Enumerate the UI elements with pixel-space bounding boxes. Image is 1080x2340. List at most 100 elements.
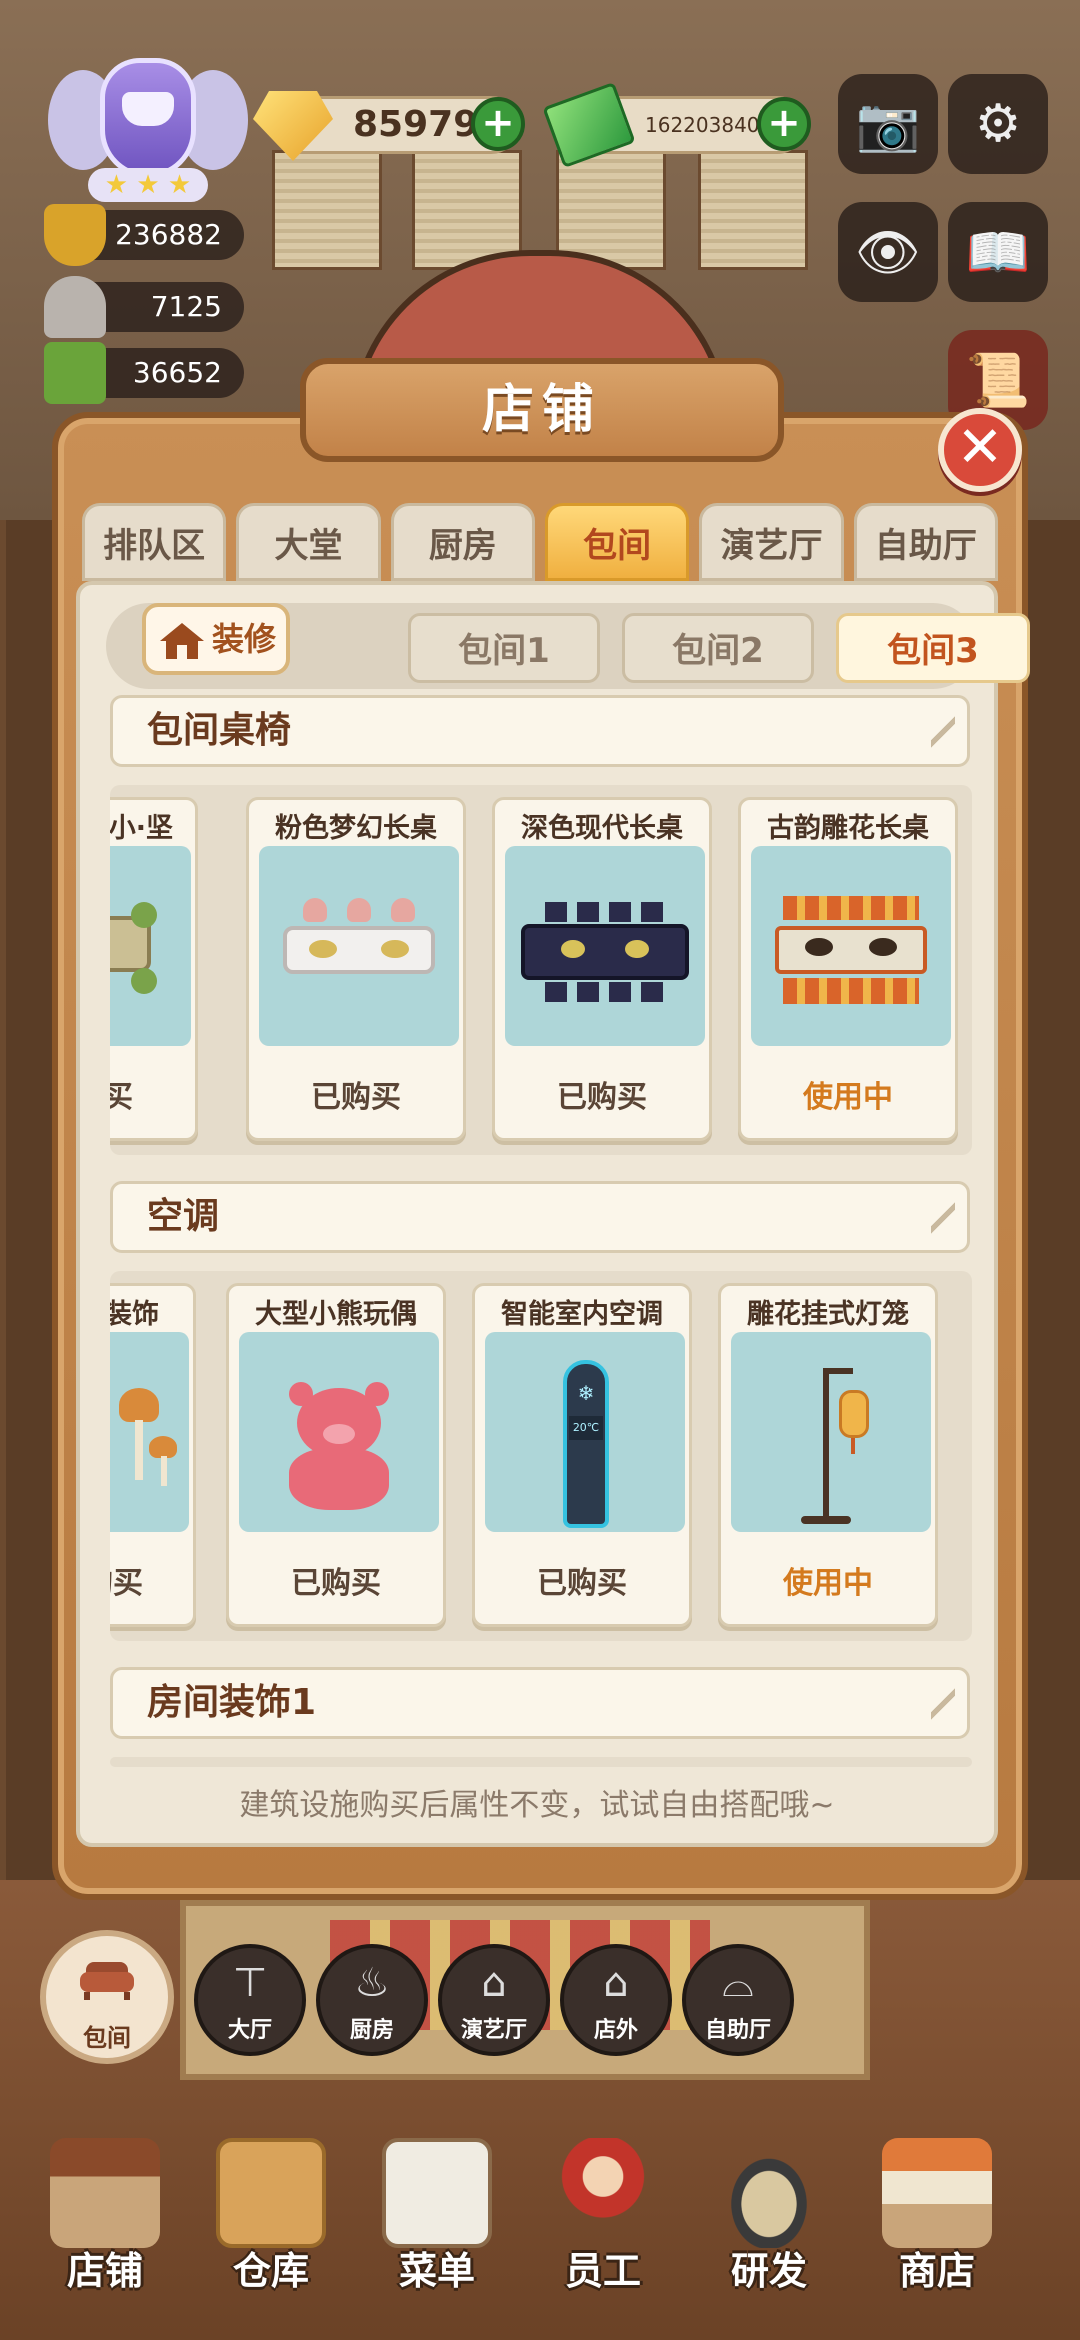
clipboard-icon — [382, 2138, 492, 2248]
item-image — [110, 846, 191, 1046]
add-cash-button[interactable]: + — [757, 97, 811, 151]
item-card[interactable]: 深色现代长桌 已购买 — [492, 797, 712, 1141]
subtab-room-1[interactable]: 包间1 — [408, 613, 600, 683]
item-row-ac[interactable]: 菇装饰 购买 大型小熊玩偶 已购买 智能室内空调 — [110, 1271, 972, 1641]
section-header-tables: 包间桌椅 — [110, 695, 970, 767]
guide-book-button[interactable]: 📖 — [948, 202, 1048, 302]
area-button-outside[interactable]: ⌂ 店外 — [560, 1944, 672, 2056]
notice-icon: 📜 — [965, 350, 1031, 411]
item-image: ❄ 20℃ — [485, 1332, 685, 1532]
menu-warehouse[interactable]: 仓库 — [196, 2128, 346, 2318]
tab-hall[interactable]: 大堂 — [236, 503, 381, 581]
tab-theater[interactable]: 演艺厅 — [699, 503, 844, 581]
menu-research[interactable]: 研发 — [694, 2128, 844, 2318]
item-card[interactable]: 大型小熊玩偶 已购买 — [226, 1283, 446, 1627]
subtab-room-2[interactable]: 包间2 — [622, 613, 814, 683]
menu-recipes[interactable]: 菜单 — [362, 2128, 512, 2318]
item-card[interactable]: 桌子小·坚 购买 — [110, 797, 198, 1141]
menu-label: 员工 — [564, 2249, 641, 2293]
cash-value: 1622038406 — [645, 113, 773, 137]
area-current-label: 包间 — [83, 2024, 131, 2052]
panel-content: 包间1 包间2 包间3 装修 包间桌椅 桌子小·坚 购买 粉色梦幻长桌 — [76, 581, 1030, 1847]
close-icon: ✕ — [956, 415, 1004, 480]
item-status: 使用中 — [783, 1566, 873, 1601]
cash-counter: 1622038406 + — [542, 81, 811, 169]
area-button-hall[interactable]: ⊤ 大厅 — [194, 1944, 306, 2056]
menu-stat-icon — [44, 342, 106, 404]
camera-icon: 📷 — [855, 94, 921, 155]
item-image — [731, 1332, 931, 1532]
menu-shop-building[interactable]: 店铺 — [30, 2128, 180, 2318]
tab-kitchen[interactable]: 厨房 — [390, 503, 535, 581]
item-status: 已购买 — [557, 1080, 647, 1115]
section-header-ac: 空调 — [110, 1181, 970, 1253]
gold-value: 85979 — [353, 104, 479, 145]
sofa-icon — [80, 1962, 134, 2000]
menu-label: 商店 — [898, 2249, 975, 2293]
item-name: 深色现代长桌 — [521, 813, 683, 844]
eye-icon: 👁 — [854, 222, 921, 283]
book-question-icon: 📖 — [965, 222, 1031, 283]
pot-stat-icon — [44, 204, 106, 266]
item-card[interactable]: 粉色梦幻长桌 已购买 — [246, 797, 466, 1141]
cloche-stat-icon — [44, 276, 106, 338]
item-card[interactable]: 菇装饰 购买 — [110, 1283, 196, 1627]
item-card[interactable]: 雕花挂式灯笼 使用中 — [718, 1283, 938, 1627]
item-image — [110, 1332, 189, 1532]
item-card[interactable]: 古韵雕花长桌 使用中 — [738, 797, 958, 1141]
settings-button[interactable]: ⚙ — [948, 74, 1048, 174]
area-current-private-room[interactable]: 包间 — [40, 1930, 174, 2064]
menu-label: 仓库 — [232, 2249, 309, 2293]
item-card[interactable]: 智能室内空调 ❄ 20℃ 已购买 — [472, 1283, 692, 1627]
area-button-theater[interactable]: ⌂ 演艺厅 — [438, 1944, 550, 2056]
panel-footer-tip: 建筑设施购买后属性不变，试试自由搭配哦~ — [239, 1788, 835, 1823]
decorate-button[interactable]: 装修 — [142, 603, 290, 675]
stat-pot-value: 236882 — [115, 218, 222, 251]
item-status: 使用中 — [803, 1080, 893, 1115]
stat-menu-value: 36652 — [132, 356, 222, 389]
tab-private-room[interactable]: 包间 — [544, 503, 690, 581]
area-button-buffet[interactable]: ⌓ 自助厅 — [682, 1944, 794, 2056]
market-stall-icon — [882, 2138, 992, 2248]
item-name: 桌子小·坚 — [110, 813, 173, 844]
window-blind — [272, 150, 382, 270]
item-image — [259, 846, 459, 1046]
menu-staff[interactable]: 员工 — [528, 2128, 678, 2318]
item-image — [505, 846, 705, 1046]
tab-buffet[interactable]: 自助厅 — [853, 503, 998, 581]
store-building-icon — [50, 2138, 160, 2248]
box-icon — [216, 2138, 326, 2248]
area-label: 厨房 — [349, 2018, 394, 2043]
tab-queue[interactable]: 排队区 — [82, 503, 227, 581]
window-blind — [698, 150, 808, 270]
stat-dish: 7125 — [44, 276, 244, 338]
area-button-kitchen[interactable]: ♨ 厨房 — [316, 1944, 428, 2056]
subtab-room-3[interactable]: 包间3 — [836, 613, 1030, 683]
view-button[interactable]: 👁 — [838, 202, 938, 302]
item-image — [239, 1332, 439, 1532]
gold-counter: 85979 + — [253, 91, 525, 161]
menu-label: 菜单 — [398, 2249, 475, 2293]
area-label: 大厅 — [227, 2018, 272, 2043]
add-gold-button[interactable]: + — [471, 97, 525, 151]
item-image — [751, 846, 951, 1046]
pot-icon — [122, 92, 174, 126]
area-label: 店外 — [593, 2018, 638, 2043]
menu-store[interactable]: 商店 — [862, 2128, 1012, 2318]
item-name: 智能室内空调 — [501, 1299, 663, 1330]
item-name: 大型小熊玩偶 — [255, 1299, 417, 1330]
stage-icon: ⌂ — [481, 1960, 507, 2006]
item-name: 粉色梦幻长桌 — [275, 813, 437, 844]
wok-research-icon — [714, 2138, 824, 2248]
stat-menu: 36652 — [44, 342, 244, 404]
close-button[interactable]: ✕ — [938, 408, 1022, 492]
menu-label: 店铺 — [66, 2249, 143, 2293]
panel-title: 店铺 — [300, 358, 784, 462]
cloche-icon: ⌓ — [722, 1960, 754, 2006]
item-name: 菇装饰 — [110, 1299, 159, 1330]
decorate-label: 装修 — [212, 620, 277, 658]
camera-button[interactable]: 📷 — [838, 74, 938, 174]
item-row-tables[interactable]: 桌子小·坚 购买 粉色梦幻长桌 已购买 深色现代长桌 — [110, 785, 972, 1155]
rank-badge[interactable]: ★ ★ ★ — [48, 50, 248, 202]
category-tabs: 排队区 大堂 厨房 包间 演艺厅 自助厅 — [82, 503, 998, 581]
